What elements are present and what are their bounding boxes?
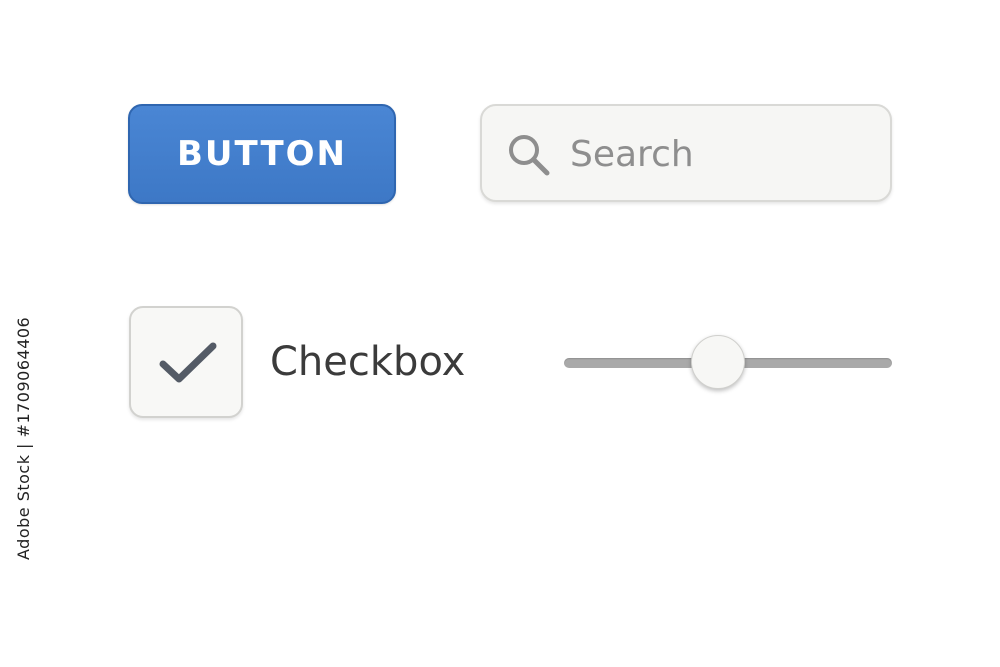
stock-watermark-id: Adobe Stock | #1709064406 (14, 316, 33, 560)
search-input[interactable] (570, 126, 870, 182)
checkbox-label: Checkbox (270, 339, 466, 385)
slider[interactable] (564, 330, 894, 394)
search-field[interactable] (480, 104, 892, 202)
checkmark-icon (159, 342, 217, 383)
primary-button[interactable]: BUTTON (128, 104, 396, 204)
primary-button-label: BUTTON (176, 134, 348, 174)
ui-components-canvas: BUTTON Checkbox Adobe Stock | #170906440… (0, 0, 1000, 667)
checkbox[interactable] (129, 306, 243, 418)
slider-thumb[interactable] (691, 335, 746, 389)
search-icon (509, 135, 550, 176)
